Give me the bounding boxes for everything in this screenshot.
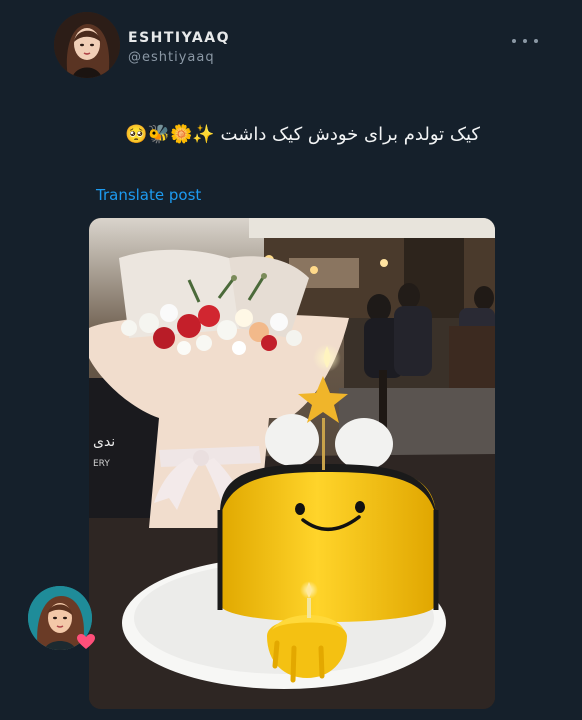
translate-post-link[interactable]: Translate post [96,186,201,204]
bag-logo: ندى [93,434,115,450]
more-dot [512,39,516,43]
more-dot [534,39,538,43]
post-image[interactable]: ندى ERY [89,218,495,709]
author-handle[interactable]: @eshtiyaaq [128,50,215,65]
more-options-button[interactable] [512,34,538,48]
cake-photo: ندى ERY [89,218,495,709]
avatar-illustration [54,12,120,78]
post-text: کیک تولدم برای خودش کیک داشت ✨🌼🐝🥺 [125,124,480,145]
more-dot [523,39,527,43]
bag-text: ERY [93,459,110,469]
author-name[interactable]: ESHTIYAAQ [128,30,230,46]
author-avatar[interactable] [54,12,120,78]
heart-icon [76,632,96,652]
